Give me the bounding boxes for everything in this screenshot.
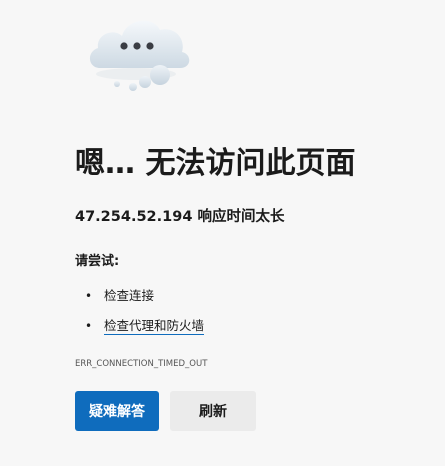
suggestion-check-proxy-firewall: • 检查代理和防火墙 [75, 314, 205, 344]
cloud-with-ellipsis-icon [84, 12, 199, 97]
bullet-icon: • [85, 319, 93, 333]
page-title: 嗯… 无法访问此页面 [75, 146, 356, 181]
suggestion-list: • 检查连接 • 检查代理和防火墙 [75, 284, 205, 344]
suggestion-label: 检查连接 [104, 288, 155, 303]
refresh-button[interactable]: 刷新 [170, 391, 256, 431]
error-page: 嗯… 无法访问此页面 47.254.52.194 响应时间太长 请尝试: • 检… [0, 0, 445, 466]
error-description: 47.254.52.194 响应时间太长 [75, 209, 285, 225]
troubleshoot-button[interactable]: 疑难解答 [75, 391, 159, 431]
error-code: ERR_CONNECTION_TIMED_OUT [75, 359, 208, 369]
check-proxy-firewall-link[interactable]: 检查代理和防火墙 [104, 318, 205, 335]
suggestion-check-connection: • 检查连接 [75, 284, 204, 314]
try-label: 请尝试: [75, 254, 120, 269]
bullet-icon: • [85, 289, 93, 303]
